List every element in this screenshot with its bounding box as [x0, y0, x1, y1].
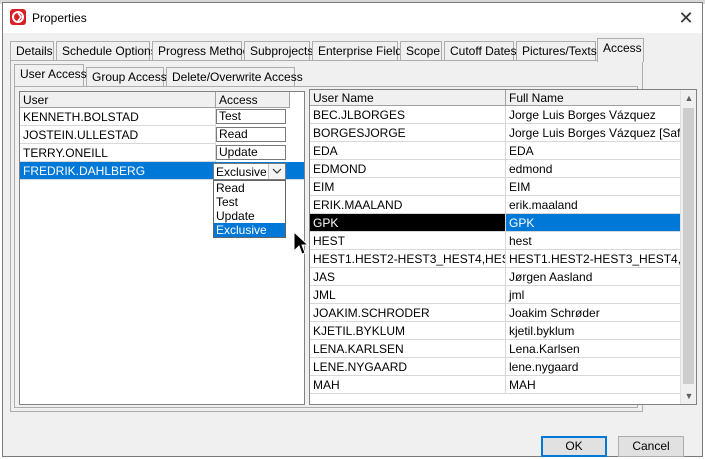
column-header-user[interactable]: User [20, 92, 216, 108]
ok-button[interactable]: OK [541, 436, 607, 457]
user-name-cell: JML [310, 286, 506, 304]
table-row[interactable]: ERIK.MAALAND erik.maaland [310, 196, 682, 214]
full-name-cell: GPK [506, 214, 682, 232]
table-row[interactable]: HEST1.HEST2-HEST3_HEST4,HEST@HEST1.HEST2… [310, 250, 682, 268]
full-name-cell: hest [506, 232, 682, 250]
table-row[interactable]: HEST hest [310, 232, 682, 250]
full-name-cell: kjetil.byklum [506, 322, 682, 340]
table-row[interactable]: EDA EDA [310, 142, 682, 160]
subtab-delete-overwrite-access[interactable]: Delete/Overwrite Access [166, 67, 303, 86]
user-name-cell: LENE.NYGAARD [310, 358, 506, 376]
full-name-cell: edmond [506, 160, 682, 178]
table-row[interactable]: BEC.JLBORGES Jorge Luis Borges Vázquez [310, 106, 682, 124]
user-name-cell: HEST [310, 232, 506, 250]
table-row[interactable]: JAS Jørgen Aasland [310, 268, 682, 286]
tab-schedule-options[interactable]: Schedule Options [56, 41, 157, 60]
full-name-cell: EIM [506, 178, 682, 196]
user-name-cell: KJETIL.BYKLUM [310, 322, 506, 340]
table-row[interactable]: KJETIL.BYKLUM kjetil.byklum [310, 322, 682, 340]
dropdown-option-update[interactable]: Update [214, 209, 285, 223]
app-logo-icon [10, 9, 26, 25]
tab-cutoff-dates[interactable]: Cutoff Dates [444, 41, 516, 60]
user-name-cell: JAS [310, 268, 506, 286]
tab-details[interactable]: Details [10, 41, 54, 60]
user-name-cell: ERIK.MAALAND [310, 196, 506, 214]
user-cell: TERRY.ONEILL [20, 144, 216, 162]
user-name-cell: LENA.KARLSEN [310, 340, 506, 358]
subtab-group-access[interactable]: Group Access [86, 67, 167, 86]
scrollbar-thumb[interactable] [683, 108, 694, 384]
full-name-cell: HEST1.HEST2-HEST3_HEST4,HE [506, 250, 682, 268]
full-name-cell: Jørgen Aasland [506, 268, 682, 286]
user-list-grid: User Name Full Name BEC.JLBORGES Jorge Lu… [309, 89, 697, 405]
table-row[interactable]: TERRY.ONEILL Update [20, 144, 290, 162]
tab-scope[interactable]: Scope [400, 41, 442, 60]
full-name-cell: Lena.Karlsen [506, 340, 682, 358]
user-name-cell: BEC.JLBORGES [310, 106, 506, 124]
access-dropdown-list: Read Test Update Exclusive [213, 180, 286, 238]
user-name-cell: BORGESJORGE [310, 124, 506, 142]
full-name-cell: Jorge Luis Borges Vázquez [506, 106, 682, 124]
full-name-cell: EDA [506, 142, 682, 160]
full-name-cell: lene.nygaard [506, 358, 682, 376]
vertical-scrollbar[interactable]: ▲ ▼ [680, 90, 696, 404]
user-name-cell: MAH [310, 376, 506, 394]
table-row[interactable]: EIM EIM [310, 178, 682, 196]
user-name-cell: GPK [310, 214, 506, 232]
title-bar: Properties ✕ [3, 3, 702, 33]
user-name-cell: EIM [310, 178, 506, 196]
access-cell[interactable]: Update [216, 145, 286, 160]
table-row[interactable]: EDMOND edmond [310, 160, 682, 178]
user-cell: JOSTEIN.ULLESTAD [20, 126, 216, 144]
column-header-access[interactable]: Access [216, 92, 290, 108]
subtab-user-access[interactable]: User Access [14, 64, 87, 86]
access-cell[interactable]: Read [216, 127, 286, 142]
user-name-cell: EDA [310, 142, 506, 160]
properties-dialog: Properties ✕ Details Schedule Options Pr… [2, 2, 703, 457]
dropdown-option-test[interactable]: Test [214, 195, 285, 209]
close-button[interactable]: ✕ [670, 3, 702, 33]
table-row[interactable]: BORGESJORGE Jorge Luis Borges Vázquez [Sa… [310, 124, 682, 142]
full-name-cell: erik.maaland [506, 196, 682, 214]
tab-subprojects[interactable]: Subprojects [244, 41, 313, 60]
full-name-cell: Joakim Schrøder [506, 304, 682, 322]
user-name-cell: JOAKIM.SCHRODER [310, 304, 506, 322]
user-cell: KENNETH.BOLSTAD [20, 108, 216, 126]
dropdown-option-read[interactable]: Read [214, 181, 285, 195]
table-row-selected[interactable]: GPK GPK [310, 214, 682, 232]
table-row[interactable]: JOAKIM.SCHRODER Joakim Schrøder [310, 304, 682, 322]
mouse-pointer-icon [293, 230, 310, 260]
scroll-up-icon[interactable]: ▲ [681, 90, 696, 106]
tab-pictures-texts[interactable]: Pictures/Texts [516, 41, 597, 60]
table-row[interactable]: MAH MAH [310, 376, 682, 394]
user-access-grid: User Access KENNETH.BOLSTAD Test JOSTEIN… [19, 91, 305, 405]
table-row[interactable]: JML jml [310, 286, 682, 304]
chevron-down-icon[interactable] [268, 164, 285, 179]
full-name-cell: jml [506, 286, 682, 304]
access-cell[interactable]: Test [216, 109, 286, 124]
access-dropdown[interactable]: Exclusive [213, 163, 286, 180]
table-row[interactable]: LENA.KARLSEN Lena.Karlsen [310, 340, 682, 358]
table-row[interactable]: LENE.NYGAARD lene.nygaard [310, 358, 682, 376]
full-name-cell: Jorge Luis Borges Vázquez [Safran ... [506, 124, 682, 142]
access-dropdown-value: Exclusive [216, 165, 267, 179]
tab-enterprise-fields[interactable]: Enterprise Fields [312, 41, 408, 60]
dropdown-option-exclusive[interactable]: Exclusive [214, 223, 285, 237]
cancel-button[interactable]: Cancel [618, 436, 684, 457]
scroll-down-icon[interactable]: ▼ [681, 388, 696, 404]
tab-progress-method[interactable]: Progress Method [152, 41, 249, 60]
column-header-full-name[interactable]: Full Name [506, 90, 682, 106]
tab-access[interactable]: Access [597, 38, 644, 62]
user-name-cell: HEST1.HEST2-HEST3_HEST4,HEST@ [310, 250, 506, 268]
full-name-cell: MAH [506, 376, 682, 394]
user-name-cell: EDMOND [310, 160, 506, 178]
window-title: Properties [32, 11, 87, 25]
table-row[interactable]: KENNETH.BOLSTAD Test [20, 108, 290, 126]
table-row[interactable]: JOSTEIN.ULLESTAD Read [20, 126, 290, 144]
column-header-user-name[interactable]: User Name [310, 90, 506, 106]
